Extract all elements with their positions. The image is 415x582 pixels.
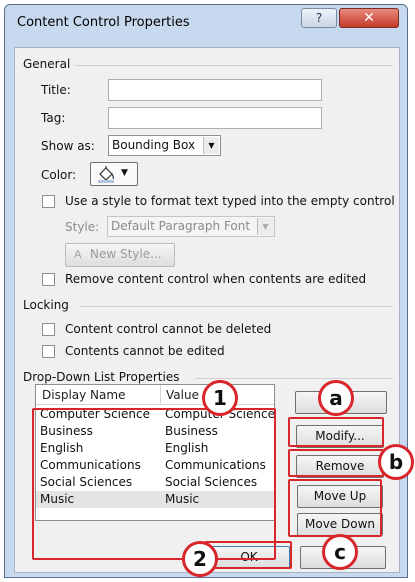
general-divider bbox=[75, 65, 393, 66]
title-bar: Content Control Properties ? ✕ bbox=[5, 5, 407, 39]
column-separator[interactable] bbox=[160, 385, 161, 405]
annotation-badge-c: c bbox=[322, 534, 358, 570]
annotation-box-list bbox=[32, 408, 276, 560]
annotation-badge-a: a bbox=[318, 380, 354, 416]
cannot-delete-checkbox[interactable] bbox=[42, 323, 55, 336]
annotation-box-remove bbox=[288, 449, 384, 477]
column-header-value[interactable]: Value bbox=[166, 388, 199, 402]
dropdown-heading: Drop-Down List Properties bbox=[23, 370, 180, 384]
show-as-select[interactable]: Bounding Box ▼ bbox=[108, 135, 221, 156]
new-style-button[interactable]: A New Style... bbox=[65, 243, 175, 267]
paint-bucket-icon bbox=[98, 166, 114, 183]
help-button[interactable]: ? bbox=[301, 8, 337, 28]
general-heading: General bbox=[23, 57, 71, 71]
tag-input[interactable] bbox=[108, 107, 322, 129]
use-style-checkbox[interactable] bbox=[42, 195, 55, 208]
show-as-label: Show as: bbox=[41, 139, 95, 153]
cannot-delete-label: Content control cannot be deleted bbox=[65, 322, 272, 336]
window-title: Content Control Properties bbox=[17, 15, 190, 30]
title-input[interactable] bbox=[108, 79, 322, 101]
style-select[interactable]: Default Paragraph Font ▼ bbox=[107, 216, 275, 237]
tag-label: Tag: bbox=[41, 111, 66, 125]
show-as-value: Bounding Box bbox=[112, 138, 196, 152]
locking-divider bbox=[79, 306, 393, 307]
list-header: Display Name Value bbox=[36, 385, 274, 405]
annotation-badge-b: b bbox=[378, 444, 414, 480]
dropdown-divider bbox=[195, 378, 393, 379]
remove-content-control-label: Remove content control when contents are… bbox=[65, 272, 367, 286]
color-label: Color: bbox=[41, 168, 77, 182]
close-button[interactable]: ✕ bbox=[339, 8, 399, 28]
use-style-label: Use a style to format text typed into th… bbox=[65, 194, 395, 208]
annotation-badge-1: 1 bbox=[202, 380, 238, 416]
cannot-edit-checkbox[interactable] bbox=[42, 345, 55, 358]
title-label: Title: bbox=[41, 83, 71, 97]
column-header-display-name[interactable]: Display Name bbox=[42, 388, 125, 402]
chevron-down-icon: ▼ bbox=[257, 218, 273, 235]
chevron-down-icon: ▼ bbox=[203, 137, 219, 154]
style-value: Default Paragraph Font bbox=[111, 219, 251, 233]
style-label: Style: bbox=[65, 220, 100, 234]
annotation-box-move bbox=[288, 479, 382, 537]
style-icon: A bbox=[74, 248, 82, 261]
color-picker-button[interactable]: ▼ bbox=[90, 162, 138, 186]
cannot-edit-label: Contents cannot be edited bbox=[65, 344, 225, 358]
locking-heading: Locking bbox=[23, 298, 69, 312]
new-style-label: New Style... bbox=[90, 247, 162, 261]
chevron-down-icon: ▼ bbox=[121, 168, 128, 178]
annotation-badge-2: 2 bbox=[182, 541, 218, 577]
annotation-box-modify bbox=[288, 417, 384, 447]
remove-content-control-checkbox[interactable] bbox=[42, 273, 55, 286]
